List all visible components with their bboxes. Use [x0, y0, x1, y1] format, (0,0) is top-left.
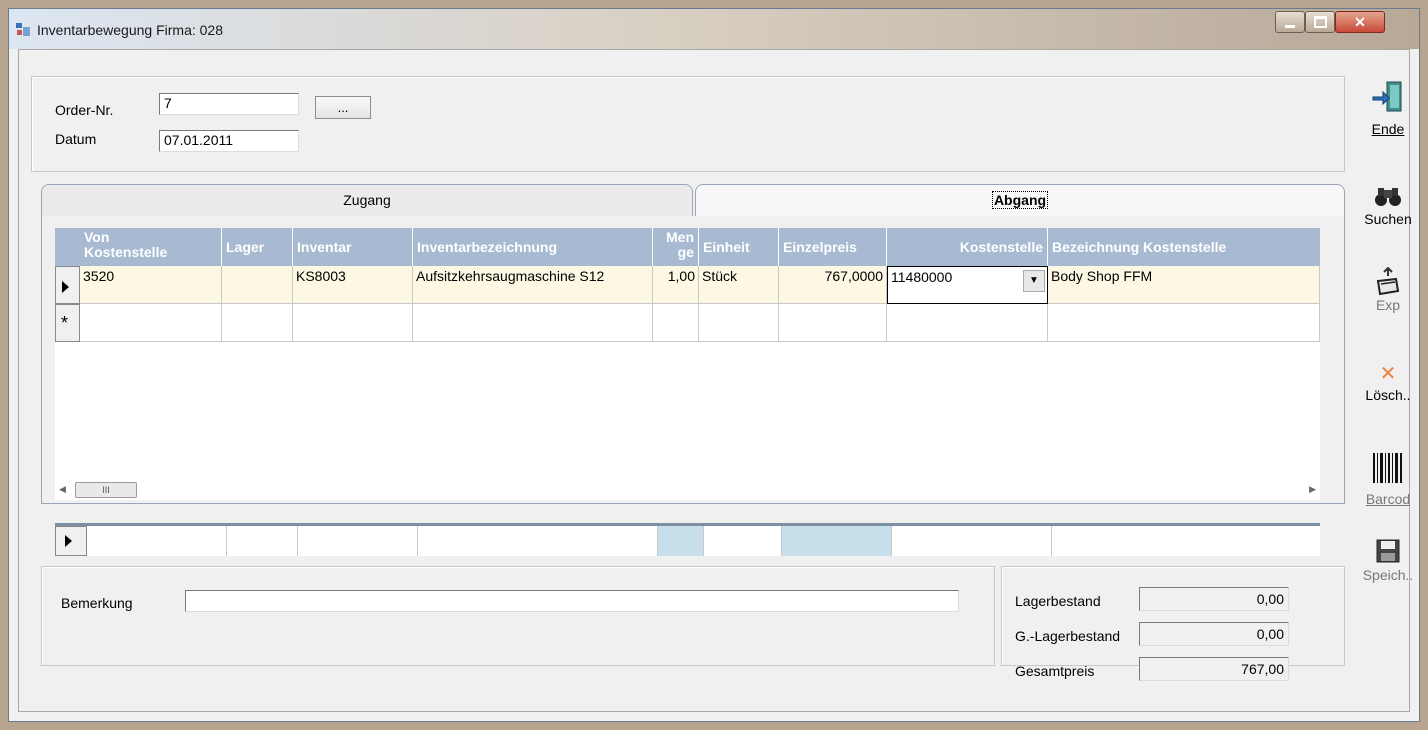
minimize-icon: [1285, 24, 1295, 28]
cell-menge[interactable]: 1,00: [653, 266, 699, 304]
lagerbestand-value: 0,00: [1139, 587, 1289, 611]
barcode-icon: [1373, 453, 1402, 483]
footer-cell: [704, 526, 782, 556]
col-header-inventarbezeichnung[interactable]: Inventarbezeichnung: [413, 228, 653, 266]
new-row-cell[interactable]: [653, 304, 699, 342]
cell-einheit[interactable]: Stück: [699, 266, 779, 304]
header-group: [31, 76, 1345, 172]
minimize-button[interactable]: [1275, 11, 1305, 33]
g-lagerbestand-value: 0,00: [1139, 622, 1289, 646]
scroll-thumb[interactable]: III: [75, 482, 137, 498]
col-header-einheit[interactable]: Einheit: [699, 228, 779, 266]
col-header-einzelpreis[interactable]: Einzelpreis: [779, 228, 887, 266]
date-label: Datum: [55, 131, 97, 147]
bemerkung-input[interactable]: [185, 590, 959, 612]
tab-abgang[interactable]: Abgang: [695, 184, 1345, 218]
current-row-arrow-icon: [62, 281, 69, 293]
exit-door-icon: [1372, 81, 1402, 112]
cell-von-kostenstelle[interactable]: 3520: [80, 266, 222, 304]
tab-zugang[interactable]: Zugang: [41, 184, 693, 218]
footer-cell: [87, 526, 227, 556]
col-header-lager[interactable]: Lager: [222, 228, 293, 266]
footer-cell: [418, 526, 658, 556]
maximize-button[interactable]: [1305, 11, 1335, 33]
loesch-button[interactable]: ✕ Lösch..: [1351, 361, 1425, 413]
col-header-inventar[interactable]: Inventar: [293, 228, 413, 266]
bemerkung-label: Bemerkung: [61, 595, 133, 611]
grid-header-corner: [55, 228, 80, 266]
cell-lager[interactable]: [222, 266, 293, 304]
loesch-label: Lösch..: [1365, 387, 1411, 403]
summary-group: [1001, 566, 1345, 666]
cell-inventarbezeichnung[interactable]: Aufsitzkehrsaugmaschine S12: [413, 266, 653, 304]
close-icon: ✕: [1354, 13, 1366, 30]
order-input[interactable]: 7: [159, 93, 299, 115]
barcod-label: Barcod: [1365, 491, 1411, 507]
footer-cell: [892, 526, 1052, 556]
new-row-cell[interactable]: [699, 304, 779, 342]
bemerkung-group: [41, 566, 995, 666]
new-row-asterisk-icon: *: [61, 313, 69, 333]
footer-selector: [55, 526, 87, 556]
row-selector-new[interactable]: *: [55, 304, 80, 342]
gesamtpreis-label: Gesamtpreis: [1015, 663, 1095, 679]
new-row-cell[interactable]: [1048, 304, 1320, 342]
speich-label: Speich..: [1362, 567, 1414, 583]
footer-row: [55, 523, 1320, 556]
order-label: Order-Nr.: [55, 102, 114, 118]
suchen-label: Suchen: [1364, 211, 1412, 227]
footer-arrow-icon: [65, 535, 72, 547]
new-row-cell[interactable]: [779, 304, 887, 342]
exp-label: Exp: [1375, 297, 1401, 313]
col-header-kostenstelle[interactable]: Kostenstelle: [887, 228, 1048, 266]
col-header-bezeichnung-kostenstelle[interactable]: Bezeichnung Kostenstelle: [1048, 228, 1320, 266]
horizontal-scrollbar[interactable]: ◀ III ▶: [55, 482, 1320, 498]
scroll-left-icon[interactable]: ◀: [59, 484, 66, 495]
cell-kostenstelle-combo[interactable]: 11480000 ▼: [887, 266, 1048, 304]
cell-inventar[interactable]: KS8003: [293, 266, 413, 304]
main-window: Inventarbewegung Firma: 028 ✕ Order-Nr. …: [8, 8, 1420, 722]
binoculars-icon: [1375, 188, 1401, 206]
new-row-cell[interactable]: [413, 304, 653, 342]
new-row-cell[interactable]: [887, 304, 1048, 342]
title-bar: Inventarbewegung Firma: 028 ✕: [9, 9, 1419, 49]
footer-cell: [298, 526, 418, 556]
window-title: Inventarbewegung Firma: 028: [37, 22, 223, 38]
data-grid[interactable]: Von Kostenstelle Lager Inventar Inventar…: [55, 228, 1320, 500]
ende-button[interactable]: Ende: [1351, 81, 1425, 143]
cell-einzelpreis[interactable]: 767,0000: [779, 266, 887, 304]
delete-x-icon: ✕: [1379, 363, 1397, 385]
export-icon: [1376, 267, 1400, 296]
lagerbestand-label: Lagerbestand: [1015, 593, 1101, 609]
col-header-menge[interactable]: Men ge: [653, 228, 699, 266]
new-row-cell[interactable]: [222, 304, 293, 342]
cell-bezeichnung-kostenstelle[interactable]: Body Shop FFM: [1048, 266, 1320, 304]
app-icon: [16, 23, 30, 36]
footer-cell-preis-total: [782, 526, 892, 556]
close-button[interactable]: ✕: [1335, 11, 1385, 33]
barcod-button[interactable]: Barcod: [1351, 453, 1425, 513]
cell-kostenstelle-value: 11480000: [891, 269, 953, 285]
date-input[interactable]: 07.01.2011: [159, 130, 299, 152]
maximize-icon: [1313, 16, 1327, 28]
new-row-cell[interactable]: [293, 304, 413, 342]
dropdown-arrow-icon[interactable]: ▼: [1023, 270, 1045, 292]
footer-cell: [1052, 526, 1320, 556]
footer-cell: [227, 526, 298, 556]
order-browse-button[interactable]: ...: [315, 96, 371, 119]
tab-abgang-label: Abgang: [991, 191, 1049, 209]
save-disk-icon: [1376, 539, 1400, 563]
col-header-von-kostenstelle[interactable]: Von Kostenstelle: [80, 228, 222, 266]
client-area: Order-Nr. 7 ... Datum 07.01.2011 Zugang …: [18, 49, 1410, 712]
exp-button[interactable]: Exp: [1351, 267, 1425, 325]
ende-label: Ende: [1371, 121, 1405, 137]
suchen-button[interactable]: Suchen: [1351, 185, 1425, 239]
footer-cell-menge-total: [658, 526, 704, 556]
gesamtpreis-value: 767,00: [1139, 657, 1289, 681]
scroll-right-icon[interactable]: ▶: [1309, 484, 1316, 495]
row-selector-current[interactable]: [55, 266, 80, 304]
speich-button[interactable]: Speich..: [1351, 539, 1425, 595]
g-lagerbestand-label: G.-Lagerbestand: [1015, 628, 1121, 644]
new-row-cell[interactable]: [80, 304, 222, 342]
